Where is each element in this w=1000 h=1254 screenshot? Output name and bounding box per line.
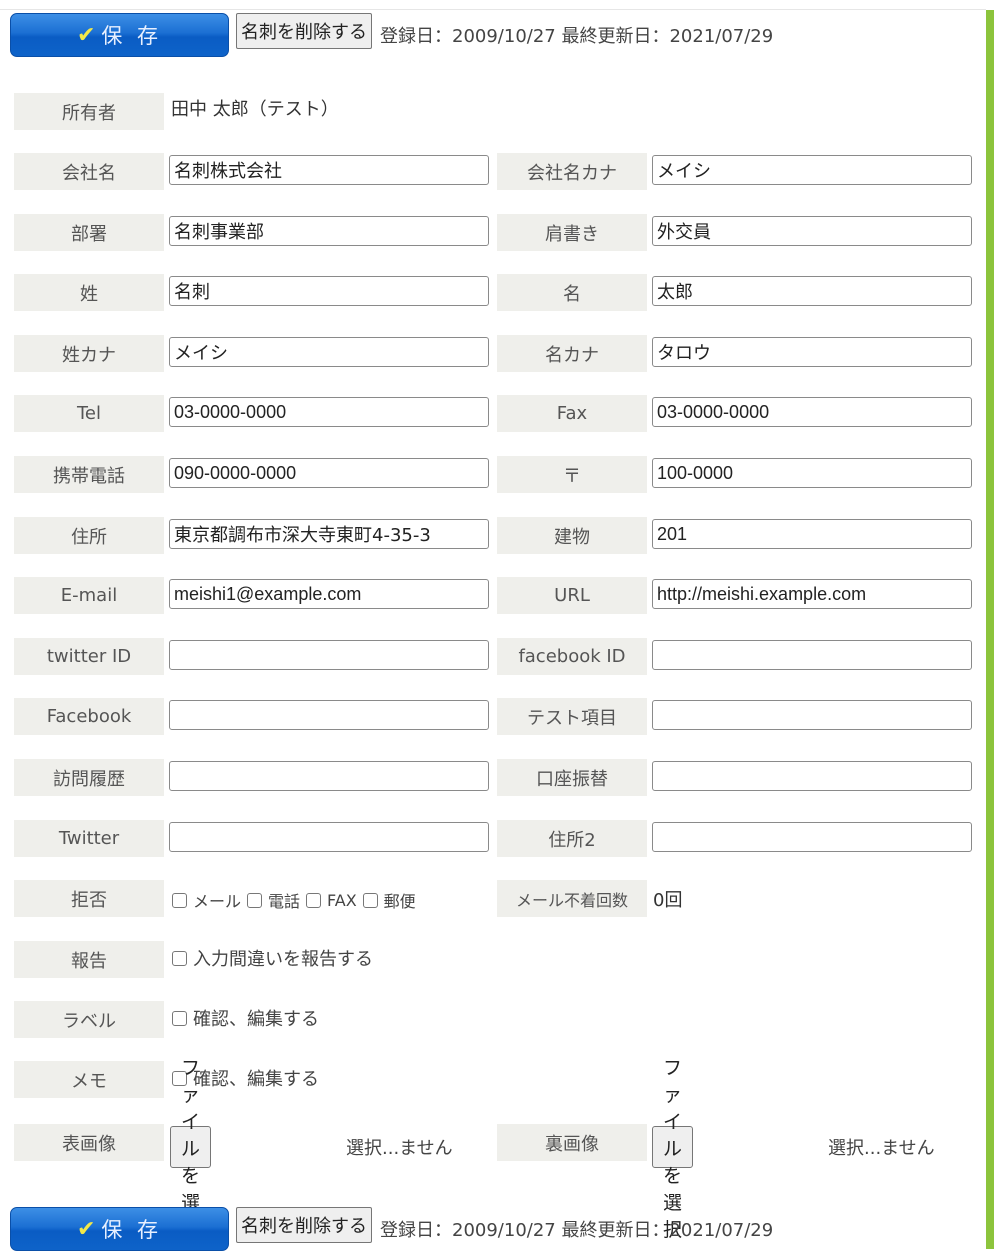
owner-value: 田中 太郎（テスト） (171, 99, 339, 120)
back-image-label: 裏画像 (497, 1124, 647, 1161)
memo-label: メモ (14, 1061, 164, 1098)
field-input[interactable] (652, 640, 972, 670)
save-label: 保 存 (101, 24, 163, 48)
top-action-bar: ✔ 保 存 名刺を削除する 登録日：2009/10/27 最終更新日：2021/… (10, 10, 773, 60)
field-label: facebook ID (497, 638, 647, 675)
refusal-mail-checkbox[interactable] (172, 892, 187, 908)
refusal-phone-label: 電話 (268, 892, 301, 911)
field-input[interactable] (169, 579, 489, 609)
field-label: URL (497, 577, 647, 614)
refusal-fax-checkbox[interactable] (306, 892, 322, 908)
field-label: 〒 (497, 456, 647, 493)
delete-card-button[interactable]: 名刺を削除する (236, 13, 372, 49)
save-button-bottom[interactable]: ✔ 保 存 (10, 1207, 229, 1251)
back-image-status: 選択...ません (828, 1138, 935, 1159)
report-label: 報告 (14, 941, 164, 978)
bounce-count-value: 0回 (653, 890, 683, 911)
field-label: テスト項目 (497, 698, 647, 735)
field-input[interactable] (652, 822, 972, 852)
field-input[interactable] (652, 700, 972, 730)
field-label: E-mail (14, 577, 164, 614)
field-input[interactable] (169, 276, 489, 306)
date-info-bottom: 登録日：2009/10/27 最終更新日：2021/07/29 (380, 1220, 774, 1241)
label-edit-checkbox[interactable] (172, 1010, 187, 1026)
field-input[interactable] (652, 397, 972, 427)
field-label: twitter ID (14, 638, 164, 675)
field-label: 会社名 (14, 153, 164, 190)
field-input[interactable] (169, 700, 489, 730)
field-input[interactable] (169, 519, 489, 549)
bounce-count-label: メール不着回数 (497, 880, 647, 917)
accent-bar (986, 10, 994, 1249)
delete-card-button-bottom[interactable]: 名刺を削除する (236, 1207, 372, 1243)
field-input[interactable] (169, 761, 489, 791)
check-icon: ✔ (76, 1216, 96, 1242)
field-input[interactable] (169, 822, 489, 852)
refusal-label: 拒否 (14, 880, 164, 917)
refusal-post-checkbox[interactable] (362, 892, 378, 908)
field-input[interactable] (652, 155, 972, 185)
front-image-file-button[interactable]: ファイルを選択 (170, 1057, 212, 1241)
field-label: 姓 (14, 274, 164, 311)
field-input[interactable] (652, 458, 972, 488)
field-label: Fax (497, 395, 647, 432)
save-button[interactable]: ✔ 保 存 (10, 13, 229, 57)
check-icon: ✔ (76, 22, 96, 48)
refusal-options: メール 電話 FAX 郵便 (172, 888, 422, 912)
refusal-fax-label: FAX (327, 890, 357, 910)
bottom-action-bar: ✔ 保 存 名刺を削除する 登録日：2009/10/27 最終更新日：2021/… (10, 1204, 773, 1254)
label-option: 確認、編集する (172, 1005, 319, 1031)
field-label: 姓カナ (14, 335, 164, 372)
field-input[interactable] (652, 276, 972, 306)
field-label: 訪問履歴 (14, 759, 164, 796)
front-image-label: 表画像 (14, 1124, 164, 1161)
front-image-status: 選択...ません (346, 1138, 453, 1159)
field-label: 建物 (497, 517, 647, 554)
refusal-post-label: 郵便 (383, 892, 416, 911)
field-label: 住所2 (497, 820, 647, 857)
field-label: 名カナ (497, 335, 647, 372)
field-input[interactable] (169, 640, 489, 670)
field-label: 肩書き (497, 214, 647, 251)
field-input[interactable] (169, 337, 489, 367)
date-info: 登録日：2009/10/27 最終更新日：2021/07/29 (380, 26, 774, 47)
field-input[interactable] (652, 216, 972, 246)
field-input[interactable] (652, 337, 972, 367)
field-input[interactable] (169, 216, 489, 246)
label-row-label: ラベル (14, 1001, 164, 1038)
refusal-mail-label: メール (193, 892, 242, 911)
field-label: 会社名カナ (497, 153, 647, 190)
field-input[interactable] (652, 761, 972, 791)
field-label: Twitter (14, 820, 164, 857)
field-label: 名 (497, 274, 647, 311)
owner-label: 所有者 (14, 93, 164, 130)
field-label: 口座振替 (497, 759, 647, 796)
field-input[interactable] (169, 397, 489, 427)
field-input[interactable] (169, 458, 489, 488)
field-label: Facebook (14, 698, 164, 735)
field-label: 部署 (14, 214, 164, 251)
field-label: 携帯電話 (14, 456, 164, 493)
report-option-label: 入力間違いを報告する (193, 949, 373, 970)
save-label: 保 存 (101, 1218, 163, 1242)
field-label: 住所 (14, 517, 164, 554)
field-input[interactable] (652, 519, 972, 549)
refusal-phone-checkbox[interactable] (247, 892, 263, 908)
label-option-label: 確認、編集する (193, 1009, 319, 1030)
back-image-file-button[interactable]: ファイルを選択 (652, 1057, 694, 1241)
field-input[interactable] (169, 155, 489, 185)
report-checkbox[interactable] (172, 950, 187, 966)
report-option: 入力間違いを報告する (172, 945, 373, 971)
memo-option-label: 確認、編集する (193, 1069, 319, 1090)
field-label: Tel (14, 395, 164, 432)
field-input[interactable] (652, 579, 972, 609)
